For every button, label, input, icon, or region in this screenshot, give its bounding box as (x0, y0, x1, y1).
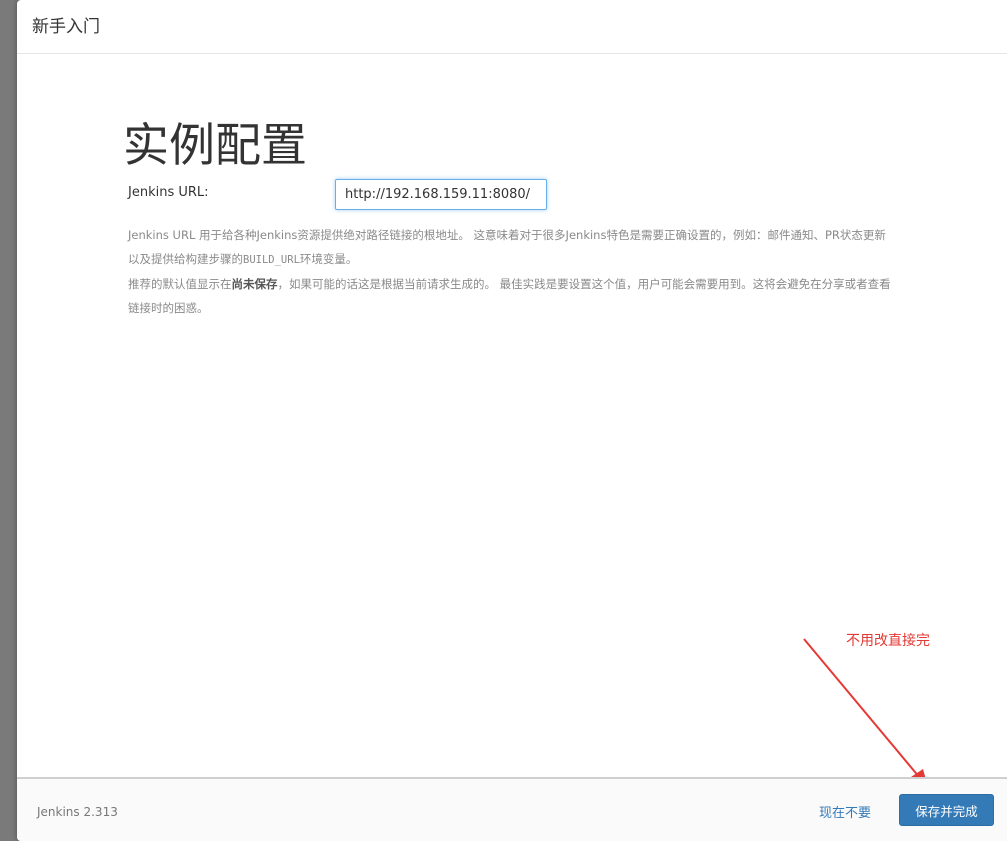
skip-link[interactable]: 现在不要 (819, 802, 871, 821)
help-text: Jenkins URL 用于给各种Jenkins资源提供绝对路径链接的根地址。 … (128, 223, 893, 320)
version-label: Jenkins 2.313 (37, 805, 118, 819)
help-paragraph-2: 推荐的默认值显示在尚未保存，如果可能的话这是根据当前请求生成的。 最佳实践是要设… (128, 272, 893, 320)
dialog-title: 新手入门 (32, 17, 100, 37)
dialog-header: 新手入门 (17, 0, 1007, 54)
annotation-note: 不用改直接完 (846, 633, 930, 649)
dialog-content: 实例配置 Jenkins URL: Jenkins URL 用于给各种Jenki… (17, 55, 1007, 777)
save-and-finish-button[interactable]: 保存并完成 (899, 794, 994, 826)
help-p1-text-a: Jenkins URL 用于给各种Jenkins资源提供绝对路径链接的根地址。 … (128, 228, 886, 266)
not-saved-emphasis: 尚未保存 (231, 277, 278, 291)
page-title: 实例配置 (123, 118, 307, 172)
jenkins-url-input[interactable] (335, 179, 547, 210)
build-url-code: BUILD_URL (243, 254, 300, 266)
help-p2-text-a: 推荐的默认值显示在 (128, 277, 232, 291)
help-paragraph-1: Jenkins URL 用于给各种Jenkins资源提供绝对路径链接的根地址。 … (128, 223, 893, 272)
setup-dialog: 新手入门 实例配置 Jenkins URL: Jenkins URL 用于给各种… (17, 0, 1007, 841)
help-p1-text-b: 环境变量。 (299, 252, 358, 266)
jenkins-url-label: Jenkins URL: (128, 185, 209, 200)
dialog-footer: Jenkins 2.313 现在不要 保存并完成 (17, 777, 1007, 841)
